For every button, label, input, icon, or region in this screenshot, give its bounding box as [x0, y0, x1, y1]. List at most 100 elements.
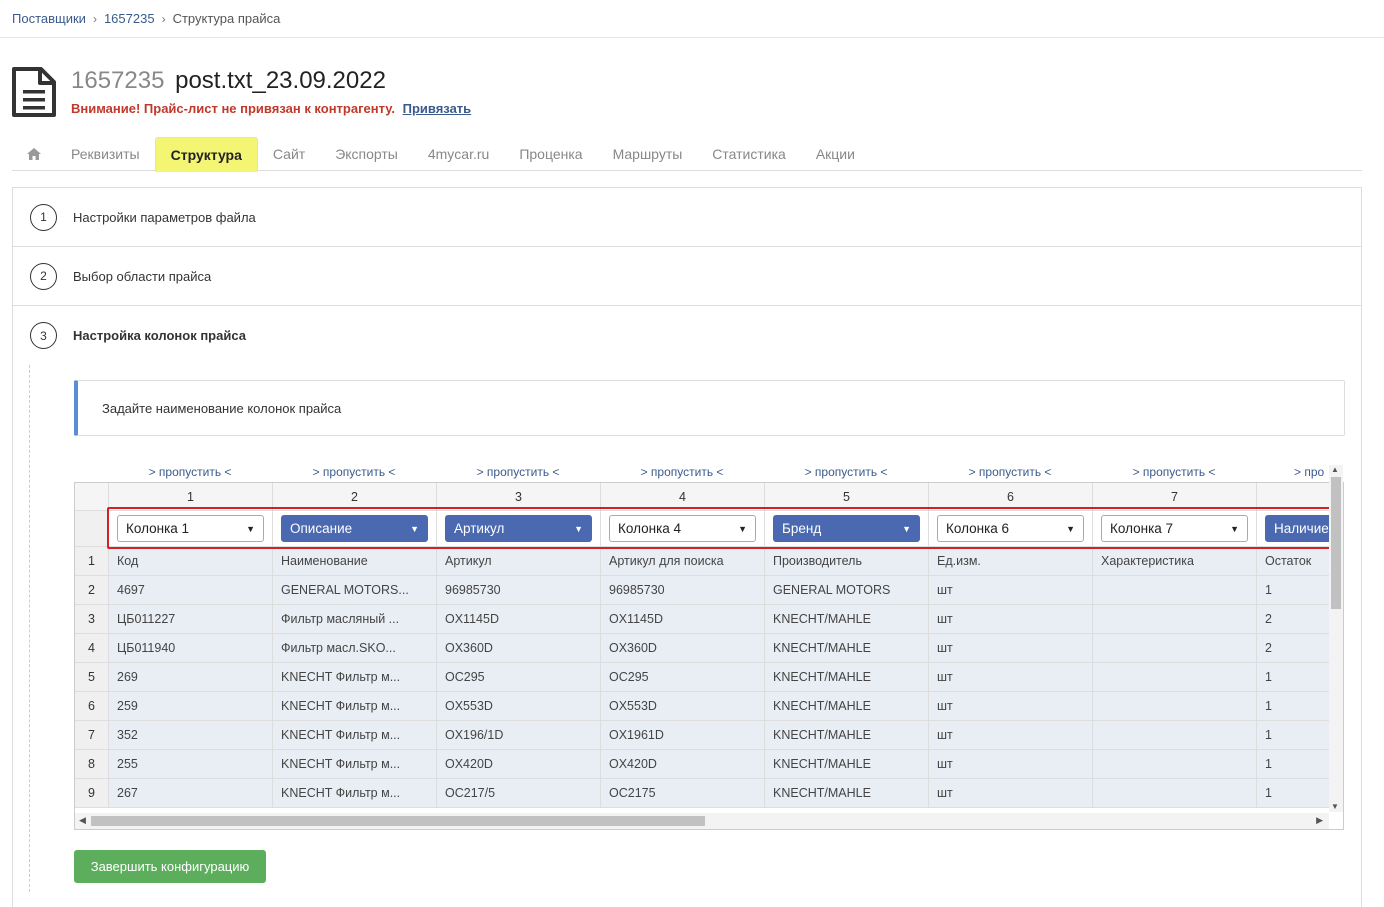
- table-cell: 1: [1257, 779, 1331, 808]
- caret-down-icon: ▼: [738, 524, 747, 534]
- table-cell: KNECHT Фильтр м...: [273, 663, 437, 692]
- scroll-thumb[interactable]: [1331, 477, 1341, 609]
- skip-column-link[interactable]: > пропустить <: [272, 465, 436, 479]
- warning-message: Внимание! Прайс-лист не привязан к контр…: [71, 101, 471, 116]
- tab-requisites[interactable]: Реквизиты: [56, 137, 155, 171]
- row-number: 6: [75, 692, 109, 721]
- step-columns-setup[interactable]: 3 Настройка колонок прайса: [13, 306, 1361, 365]
- tab-home[interactable]: [12, 137, 56, 171]
- column-type-select[interactable]: Колонка 4 ▼: [609, 515, 756, 542]
- caret-down-icon: ▼: [902, 524, 911, 534]
- tab-pricing[interactable]: Проценка: [504, 137, 597, 171]
- select-cell: Колонка 1 ▼: [109, 511, 273, 547]
- table-cell: шт: [929, 576, 1093, 605]
- table-cell: Характеристика: [1093, 547, 1257, 576]
- table-cell: шт: [929, 634, 1093, 663]
- table-cell: KNECHT/MAHLE: [765, 750, 929, 779]
- scroll-up-icon[interactable]: ▲: [1331, 465, 1339, 474]
- table-cell: [1093, 605, 1257, 634]
- table-cell: OX1145D: [437, 605, 601, 634]
- step-number: 1: [30, 203, 57, 231]
- table-cell: KNECHT Фильтр м...: [273, 779, 437, 808]
- horizontal-scrollbar[interactable]: ◀ ▶: [75, 813, 1329, 829]
- step-area-selection[interactable]: 2 Выбор области прайса: [13, 247, 1361, 306]
- table-cell: [1093, 779, 1257, 808]
- skip-column-link[interactable]: > пропустить <: [764, 465, 928, 479]
- tab-exports[interactable]: Экспорты: [320, 137, 413, 171]
- table-row: 1 Код Наименование Артикул Артикул для поиск…: [75, 547, 1331, 576]
- table-cell: OX360D: [437, 634, 601, 663]
- table-cell: 96985730: [601, 576, 765, 605]
- tab-statistics[interactable]: Статистика: [697, 137, 801, 171]
- scroll-thumb[interactable]: [91, 816, 705, 826]
- caret-down-icon: ▼: [246, 524, 255, 534]
- table-cell: 1: [1257, 750, 1331, 779]
- tab-routes[interactable]: Маршруты: [598, 137, 698, 171]
- skip-column-link[interactable]: > пропустить <: [928, 465, 1092, 479]
- tab-promotions[interactable]: Акции: [801, 137, 870, 171]
- table-cell: ЦБ011940: [109, 634, 273, 663]
- select-value: Колонка 4: [618, 521, 682, 536]
- skip-column-link[interactable]: > про: [1256, 465, 1330, 479]
- select-value: Описание: [290, 521, 353, 536]
- column-number: 6: [929, 483, 1093, 511]
- column-type-select[interactable]: Артикул ▼: [445, 515, 592, 542]
- step-number: 2: [30, 262, 57, 290]
- vertical-scrollbar[interactable]: ▲ ▼: [1329, 465, 1343, 812]
- table-row: 8 255 KNECHT Фильтр м... OX420D OX420D KNECHT…: [75, 750, 1331, 779]
- bind-link[interactable]: Привязать: [403, 101, 472, 116]
- chevron-right-icon: ›: [92, 11, 97, 26]
- info-box: Задайте наименование колонок прайса: [74, 380, 1345, 436]
- table-cell: OC2175: [601, 779, 765, 808]
- table-cell: OX196/1D: [437, 721, 601, 750]
- tab-structure[interactable]: Структура: [154, 137, 258, 172]
- table-cell: OX1961D: [601, 721, 765, 750]
- breadcrumb-supplier-id[interactable]: 1657235: [104, 11, 155, 26]
- column-type-select[interactable]: Бренд ▼: [773, 515, 920, 542]
- table-cell: OX360D: [601, 634, 765, 663]
- table-cell: Код: [109, 547, 273, 576]
- row-number: 1: [75, 547, 109, 576]
- table-cell: 2: [1257, 634, 1331, 663]
- column-number: 1: [109, 483, 273, 511]
- table-cell: OC295: [437, 663, 601, 692]
- table-cell: [1093, 750, 1257, 779]
- column-type-select[interactable]: Описание ▼: [281, 515, 428, 542]
- column-type-select[interactable]: Колонка 1 ▼: [117, 515, 264, 542]
- skip-column-link[interactable]: > пропустить <: [108, 465, 272, 479]
- select-value: Колонка 6: [946, 521, 1010, 536]
- column-type-select[interactable]: Колонка 6 ▼: [937, 515, 1084, 542]
- scroll-right-icon[interactable]: ▶: [1316, 815, 1323, 826]
- step-label: Настройка колонок прайса: [73, 328, 246, 343]
- table-cell: OX1145D: [601, 605, 765, 634]
- table-cell: 2: [1257, 605, 1331, 634]
- scroll-down-icon[interactable]: ▼: [1331, 802, 1339, 811]
- column-type-row: Колонка 1 ▼ Описание ▼ Артикул ▼ Колонка 4 ▼…: [75, 511, 1331, 547]
- row-number: 3: [75, 605, 109, 634]
- column-number: 5: [765, 483, 929, 511]
- column-type-select[interactable]: Колонка 7 ▼: [1101, 515, 1248, 542]
- column-type-select[interactable]: Наличие▼: [1265, 515, 1331, 542]
- table-cell: KNECHT Фильтр м...: [273, 692, 437, 721]
- scroll-left-icon[interactable]: ◀: [79, 815, 86, 826]
- breadcrumb-current: Структура прайса: [172, 11, 281, 26]
- column-number: 2: [273, 483, 437, 511]
- table-cell: Фильтр масл.SKO...: [273, 634, 437, 663]
- step-file-settings[interactable]: 1 Настройки параметров файла: [13, 188, 1361, 247]
- page-title: 1657235 post.txt_23.09.2022: [71, 67, 386, 95]
- skip-column-link[interactable]: > пропустить <: [436, 465, 600, 479]
- table-cell: KNECHT Фильтр м...: [273, 721, 437, 750]
- row-number: 7: [75, 721, 109, 750]
- table-cell: 1: [1257, 692, 1331, 721]
- skip-column-link[interactable]: > пропустить <: [600, 465, 764, 479]
- tab-site[interactable]: Сайт: [258, 137, 320, 171]
- select-cell: Бренд ▼: [765, 511, 929, 547]
- tab-4mycar[interactable]: 4mycar.ru: [413, 137, 504, 171]
- select-value: Бренд: [782, 521, 822, 536]
- select-value: Колонка 1: [126, 521, 190, 536]
- skip-column-link[interactable]: > пропустить <: [1092, 465, 1256, 479]
- table-cell: 269: [109, 663, 273, 692]
- breadcrumb-suppliers[interactable]: Поставщики: [12, 11, 86, 26]
- step-connector-line: [29, 365, 30, 892]
- finish-configuration-button[interactable]: Завершить конфигурацию: [74, 850, 266, 883]
